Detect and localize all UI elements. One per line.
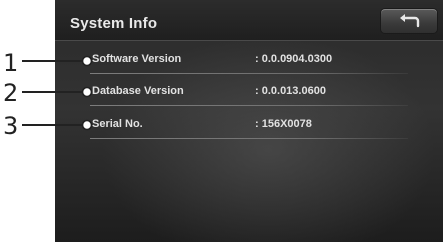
system-info-screen: System Info Software Version : 0.0.0904.… — [55, 0, 443, 242]
info-value: : 156X0078 — [255, 118, 312, 130]
info-row-software-version: Software Version : 0.0.0904.0300 — [90, 48, 443, 74]
info-row-serial-number: Serial No. : 156X0078 — [90, 113, 443, 139]
callout-number: 2 — [3, 79, 18, 107]
info-label: Serial No. — [92, 118, 143, 130]
row-divider — [90, 73, 408, 74]
row-divider — [90, 138, 408, 139]
title-bar: System Info — [55, 0, 443, 41]
back-button[interactable] — [381, 9, 437, 33]
callout-number: 1 — [3, 49, 18, 77]
info-value: : 0.0.0904.0300 — [255, 53, 333, 65]
info-label: Software Version — [92, 53, 182, 65]
info-label: Database Version — [92, 85, 184, 97]
page-title: System Info — [70, 15, 158, 32]
info-value: : 0.0.013.0600 — [255, 85, 326, 97]
row-divider — [90, 105, 408, 106]
return-arrow-icon — [400, 14, 420, 28]
info-row-database-version: Database Version : 0.0.013.0600 — [90, 80, 443, 106]
callout-number: 3 — [3, 112, 18, 140]
